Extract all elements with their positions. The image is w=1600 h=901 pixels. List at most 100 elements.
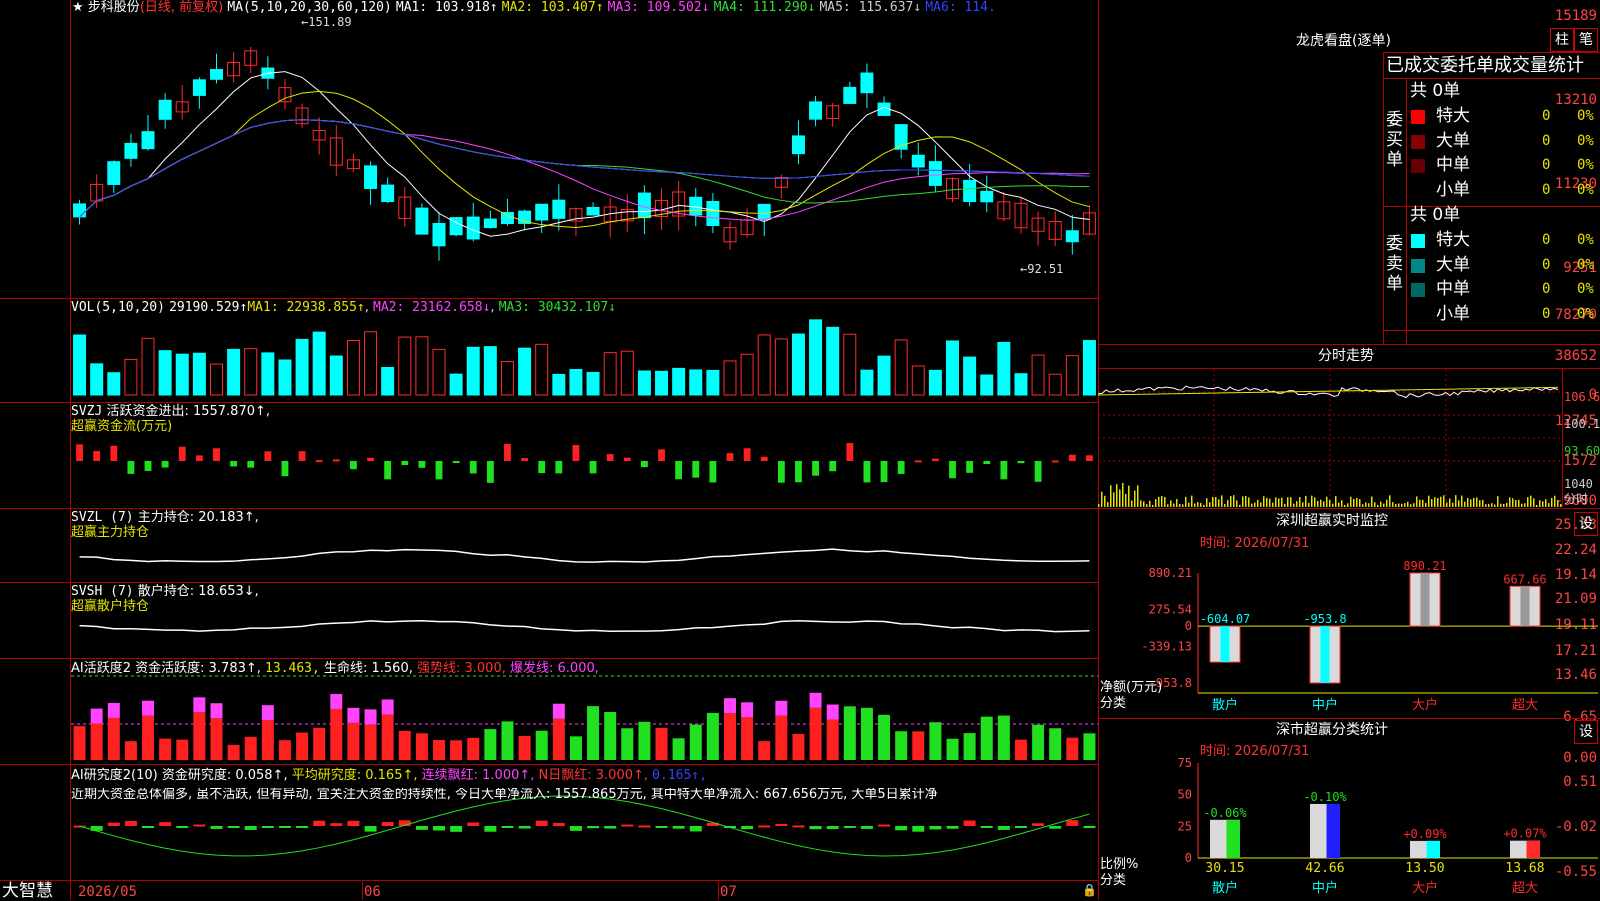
ai-active-top-bar xyxy=(90,708,103,724)
volume-bar xyxy=(774,338,788,396)
svzj-bar xyxy=(863,461,871,483)
svsh-title: SVSH (7) xyxy=(71,584,134,599)
ai-research-bar xyxy=(587,826,600,829)
buy-row-pct: 0% xyxy=(1577,181,1594,198)
ma5-label: MA5: 115.637↓ xyxy=(819,0,922,15)
intraday-volume-bar xyxy=(1341,500,1343,507)
stock-name[interactable]: 步科股份 xyxy=(88,0,140,15)
app-logo: 大智慧 xyxy=(2,881,53,901)
svzl-title: SVZL (7) xyxy=(71,510,134,525)
intraday-volume-bar xyxy=(1209,502,1211,507)
intraday-volume-bar xyxy=(1131,500,1133,507)
monitor-chart: 890.21275.540-339.13-953.8-604.07散户-953.… xyxy=(1141,559,1598,713)
intraday-chart[interactable] xyxy=(1098,369,1562,507)
candle-body xyxy=(706,200,720,226)
x-tick-mark xyxy=(718,882,719,900)
intraday-volume-bar xyxy=(1362,504,1364,507)
tick-mode-button[interactable]: 笔 xyxy=(1574,28,1598,52)
ai-active-bar xyxy=(278,740,291,760)
monitor-bar-label: -604.07 xyxy=(1200,612,1251,626)
sell-row-name: 特大 xyxy=(1436,230,1470,250)
intraday-volume-bar xyxy=(1122,482,1124,507)
ai-research-bar xyxy=(895,826,908,831)
svzl-label: 主力持仓: 20.183↑, xyxy=(137,510,259,525)
intraday-volume-bar xyxy=(1404,503,1406,507)
buy-row-pct: 0% xyxy=(1577,108,1594,124)
classify-category: 中户 xyxy=(1312,880,1338,896)
volume-bar xyxy=(843,333,857,396)
sell-row-name: 中单 xyxy=(1436,279,1470,299)
kline-header: ★ 步科股份(日线, 前复权) MA(5,10,20,30,60,120) MA… xyxy=(72,1,996,15)
monitor-bar xyxy=(1509,585,1541,627)
svzj-bar xyxy=(777,461,785,483)
volume-bar xyxy=(552,373,566,396)
intraday-volume-bar xyxy=(1305,495,1307,507)
ai-research-bar xyxy=(638,825,651,828)
intraday-volume-bar xyxy=(1545,499,1547,507)
main-chart-canvas[interactable] xyxy=(71,0,1098,880)
intraday-volume-bar xyxy=(1482,499,1484,507)
ai-active-bar xyxy=(758,741,771,760)
ai-active-bar xyxy=(381,714,394,760)
ai-research-a: 资金研究度: 0.058↑, xyxy=(161,768,288,783)
monitor-settings-button[interactable]: 设 xyxy=(1574,512,1598,536)
ai-active-bar xyxy=(895,731,908,760)
ma6-label: MA6: 114. xyxy=(925,0,996,15)
candle-body xyxy=(757,203,771,220)
volume-bar xyxy=(398,336,412,396)
ai-research-bar xyxy=(689,826,702,832)
svzj-bar xyxy=(623,457,631,461)
intraday-volume-bar xyxy=(1149,500,1151,507)
classify-category: 大户 xyxy=(1412,880,1438,896)
candle-body xyxy=(980,190,994,203)
ai-research-bar xyxy=(552,822,565,826)
monitor-bar-label: -953.8 xyxy=(1303,612,1346,626)
y-tick: 38652 xyxy=(1554,348,1597,364)
classify-bar-stripe xyxy=(1326,803,1340,858)
kline-mode[interactable]: (日线, 前复权) xyxy=(140,0,223,15)
intraday-volume-bar xyxy=(1350,496,1352,507)
ai-active-top-bar xyxy=(347,707,360,723)
intraday-volume-bar xyxy=(1452,502,1454,507)
svzj-bar xyxy=(1051,460,1059,463)
classify-category: 散户 xyxy=(1212,880,1238,896)
volume-bar xyxy=(706,369,720,396)
ai-research-header: AI研究度2(10) 资金研究度: 0.058↑, 平均研究度: 0.165↑,… xyxy=(71,769,707,783)
intraday-volume-bar xyxy=(1416,496,1418,507)
volume-bar xyxy=(997,341,1011,396)
bar-mode-button[interactable]: 柱 xyxy=(1550,28,1574,52)
svzj-bar xyxy=(726,453,734,461)
volume-bar xyxy=(483,346,497,396)
sell-row-pct: 0% xyxy=(1577,281,1594,297)
intraday-volume-bar xyxy=(1314,497,1316,507)
ai-active-top-bar xyxy=(775,700,788,716)
sell-row-pct: 0% xyxy=(1577,305,1594,322)
ai-research-d: N日飘红: 3.000↑, xyxy=(538,768,649,783)
svzj-bar xyxy=(949,461,956,479)
ai-research-title: AI研究度2(10) xyxy=(71,768,158,783)
buy-row-name: 特大 xyxy=(1436,106,1470,126)
ai-active-bar xyxy=(775,715,788,760)
candle-body xyxy=(791,135,805,155)
intraday-volume-bar xyxy=(1203,504,1205,507)
volume-bar xyxy=(158,350,172,396)
candle-body xyxy=(843,86,857,104)
buy-row-pct: 0% xyxy=(1577,157,1594,173)
candle-body xyxy=(911,154,925,168)
intraday-volume-bar xyxy=(1236,500,1238,507)
lock-icon[interactable]: 🔒 xyxy=(1082,883,1097,897)
intraday-volume-bar xyxy=(1173,503,1175,507)
intraday-volume-bar xyxy=(1329,499,1331,507)
ai-active-bar xyxy=(107,717,120,760)
ai-research-bar xyxy=(347,820,360,826)
ai-active-bar xyxy=(929,722,942,760)
volume-bar xyxy=(740,353,754,396)
buy-row-name: 小单 xyxy=(1436,179,1470,200)
classify-settings-button[interactable]: 设 xyxy=(1574,720,1598,744)
ai-active-bar xyxy=(159,738,172,760)
intraday-volume-bar xyxy=(1389,495,1391,507)
classify-y-tick: 75 xyxy=(1178,758,1192,770)
monitor-bar xyxy=(1209,625,1241,663)
ai-research-bar xyxy=(467,822,480,826)
ai-active-title: AI活跃度2 xyxy=(71,661,131,676)
